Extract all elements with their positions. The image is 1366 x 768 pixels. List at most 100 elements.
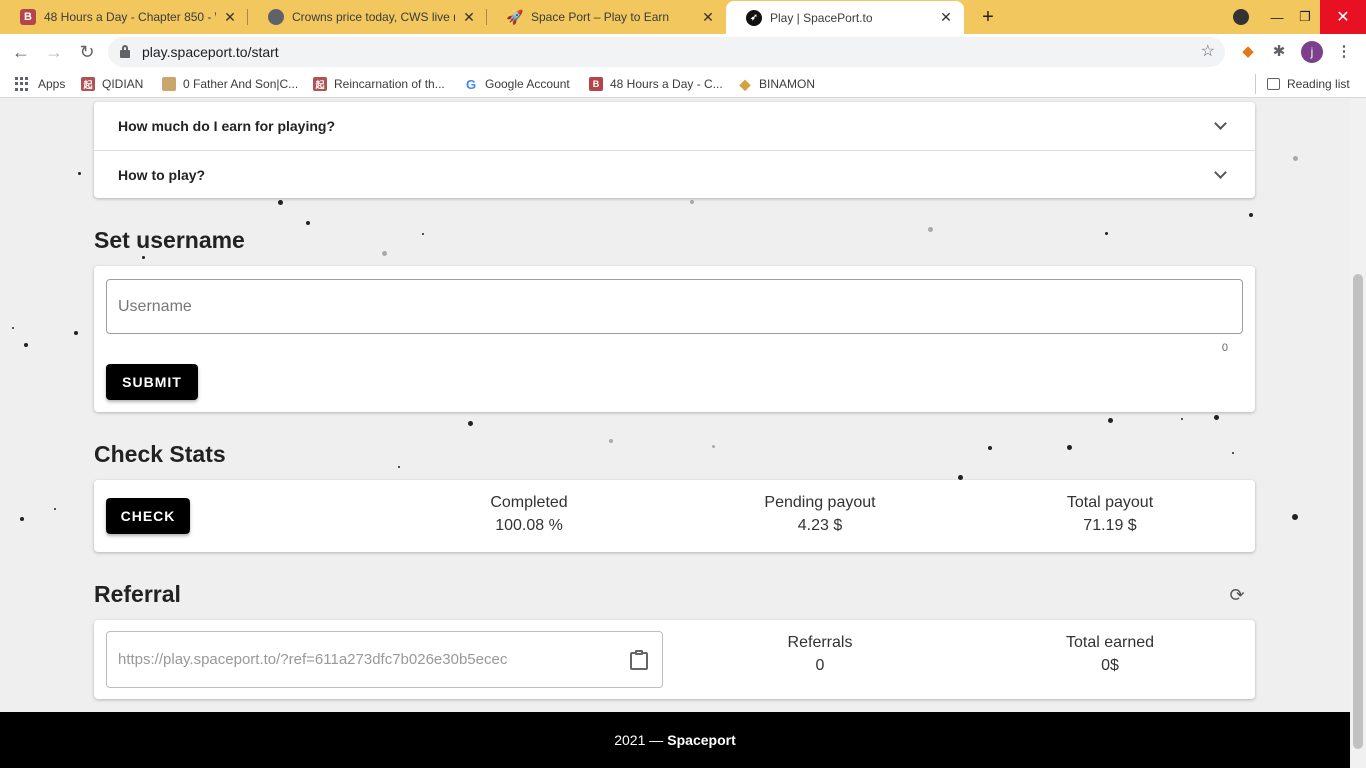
- back-arrow-icon[interactable]: ←: [9, 40, 33, 64]
- page-footer: 2021 — Spaceport: [0, 712, 1350, 768]
- browser-tab-crowns-price[interactable]: Crowns price today, CWS live ma ✕: [248, 0, 487, 34]
- scrollbar-thumb[interactable]: [1353, 274, 1363, 749]
- globe-icon: [268, 9, 284, 25]
- completed-label: Completed: [490, 494, 568, 511]
- bookmark-label: Reincarnation of th...: [334, 77, 445, 91]
- chevron-down-icon[interactable]: [1214, 166, 1227, 179]
- page-viewport: How much do I earn for playing? How to p…: [0, 99, 1350, 768]
- bookmark-b-icon: B: [20, 9, 36, 25]
- new-tab-button[interactable]: +: [976, 5, 1000, 29]
- username-input[interactable]: [107, 280, 1242, 333]
- rocket-icon: ➶: [746, 9, 762, 26]
- referrals-value: 0: [815, 657, 825, 674]
- total-payout-value: 71.19 $: [1083, 517, 1137, 534]
- close-tab-icon[interactable]: ✕: [461, 9, 477, 26]
- profile-avatar[interactable]: j: [1301, 41, 1323, 63]
- referral-title: Referral: [94, 581, 181, 607]
- close-tab-icon[interactable]: ✕: [938, 9, 954, 26]
- pending-payout-label: Pending payout: [764, 494, 876, 511]
- footer-year: 2021 —: [614, 732, 664, 748]
- submit-button[interactable]: SUBMIT: [106, 364, 198, 400]
- tab-title: Play | SpacePort.to: [770, 10, 873, 25]
- referral-link-input[interactable]: [107, 632, 607, 687]
- username-card: 0 SUBMIT: [94, 266, 1255, 412]
- browser-tab-strip: B 48 Hours a Day - Chapter 850 - W ✕ Cro…: [0, 0, 1366, 34]
- close-tab-icon[interactable]: ✕: [222, 9, 238, 26]
- forward-arrow-icon[interactable]: →: [42, 40, 66, 64]
- reading-list-icon: [1267, 78, 1280, 90]
- pending-payout-value: 4.23 $: [797, 517, 843, 534]
- referrals-label: Referrals: [787, 634, 853, 651]
- bookmark-label: BINAMON: [759, 77, 816, 91]
- reload-icon[interactable]: ↻: [75, 40, 99, 64]
- username-field-wrapper: [106, 279, 1243, 334]
- apps-grid-icon: [15, 77, 29, 91]
- bookmark-label: Google Account: [485, 77, 570, 91]
- faq-panel: How much do I earn for playing? How to p…: [94, 102, 1255, 198]
- close-tab-icon[interactable]: ✕: [700, 9, 716, 26]
- clipboard-copy-icon[interactable]: [630, 650, 648, 670]
- bookmark-48-hours[interactable]: B 48 Hours a Day - C...: [589, 70, 723, 98]
- browser-tab-48-hours[interactable]: B 48 Hours a Day - Chapter 850 - W ✕: [0, 0, 248, 34]
- stats-card: CHECK Completed 100.08 % Pending payout …: [94, 480, 1255, 552]
- browser-toolbar: ← → ↻ play.spaceport.to/start ☆ ◆ ✱ j ⋮: [0, 34, 1366, 70]
- address-bar[interactable]: play.spaceport.to/start ☆: [108, 37, 1225, 67]
- restore-icon[interactable]: ❐: [1290, 0, 1320, 34]
- manga-cover-icon: [162, 77, 176, 91]
- referral-link-field: [106, 631, 663, 688]
- bookmark-apps[interactable]: Apps: [15, 70, 65, 98]
- bookmark-google-account[interactable]: G Google Account: [464, 70, 570, 98]
- star-icon[interactable]: ☆: [1201, 37, 1215, 67]
- menu-kebab-icon[interactable]: ⋮: [1334, 42, 1354, 62]
- total-earned-label: Total earned: [1065, 634, 1155, 651]
- total-payout-label: Total payout: [1066, 494, 1154, 511]
- page-scrollbar[interactable]: [1350, 99, 1366, 768]
- browser-tab-space-port[interactable]: 🚀 Space Port – Play to Earn ✕: [487, 0, 726, 34]
- bookmark-label: 0 Father And Son|C...: [183, 77, 299, 91]
- bookmark-b-icon: B: [589, 77, 603, 91]
- bookmark-label: QIDIAN: [102, 77, 144, 91]
- reading-list-button[interactable]: Reading list: [1267, 70, 1350, 98]
- check-button[interactable]: CHECK: [106, 498, 190, 534]
- bookmark-label: Apps: [38, 77, 66, 91]
- tab-search-icon[interactable]: [1233, 9, 1249, 25]
- metamask-fox-icon[interactable]: ◆: [1238, 42, 1258, 62]
- referral-card: Referrals 0 Total earned 0$: [94, 620, 1255, 699]
- total-earned-value: 0$: [1101, 657, 1119, 674]
- check-stats-title: Check Stats: [94, 441, 226, 467]
- tab-title: Space Port – Play to Earn: [531, 10, 670, 24]
- url-text[interactable]: play.spaceport.to/start: [142, 37, 279, 67]
- binamon-icon: ◆: [739, 75, 751, 92]
- reading-list-label: Reading list: [1287, 77, 1350, 91]
- bookmark-binamon[interactable]: ◆ BINAMON: [738, 70, 815, 98]
- total-earned-stat: Total earned 0$: [1010, 634, 1210, 675]
- bookmark-father-and-son[interactable]: 0 Father And Son|C...: [162, 70, 298, 98]
- character-counter: 0: [1221, 342, 1228, 354]
- faq-question: How to play?: [118, 166, 206, 183]
- tab-title: 48 Hours a Day - Chapter 850 - W: [44, 10, 216, 24]
- puzzle-extensions-icon[interactable]: ✱: [1269, 42, 1289, 62]
- bookmark-label: 48 Hours a Day - C...: [610, 77, 723, 91]
- referrals-stat: Referrals 0: [720, 634, 920, 675]
- total-payout-stat: Total payout 71.19 $: [1010, 494, 1210, 535]
- faq-item-earnings[interactable]: How much do I earn for playing?: [94, 102, 1255, 150]
- qidian-icon: 起: [81, 77, 95, 91]
- minimize-icon[interactable]: —: [1262, 0, 1292, 34]
- refresh-icon[interactable]: ⟳: [1227, 585, 1247, 605]
- completed-stat: Completed 100.08 %: [429, 494, 629, 535]
- chevron-down-icon[interactable]: [1214, 117, 1227, 130]
- completed-value: 100.08 %: [495, 517, 563, 534]
- qidian-icon: 起: [313, 77, 327, 91]
- window-close-icon[interactable]: ✕: [1320, 0, 1366, 34]
- browser-tab-play-spaceport[interactable]: ➶ Play | SpacePort.to ✕: [726, 1, 964, 34]
- footer-brand: Spaceport: [667, 732, 736, 748]
- bookmark-reincarnation[interactable]: 起 Reincarnation of th...: [313, 70, 445, 98]
- faq-item-how-to-play[interactable]: How to play?: [94, 150, 1255, 198]
- pending-payout-stat: Pending payout 4.23 $: [720, 494, 920, 535]
- lock-icon[interactable]: [120, 45, 130, 58]
- rocket-icon: 🚀: [506, 8, 524, 25]
- bookmark-qidian[interactable]: 起 QIDIAN: [81, 70, 143, 98]
- set-username-title: Set username: [94, 227, 245, 253]
- google-g-icon: G: [465, 76, 477, 92]
- faq-question: How much do I earn for playing?: [118, 118, 336, 134]
